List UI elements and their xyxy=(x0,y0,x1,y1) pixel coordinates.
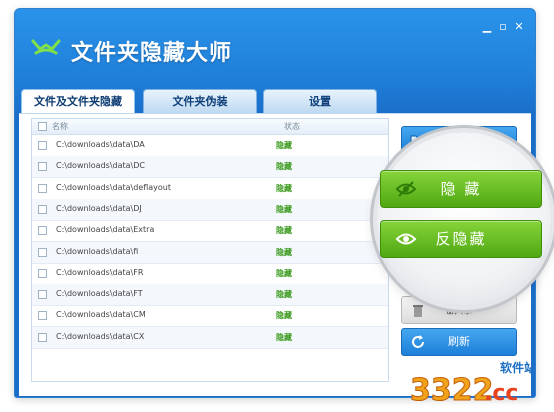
table-row[interactable]: C:\downloads\data\FT 隐藏 xyxy=(32,284,388,307)
refresh-icon xyxy=(412,335,424,348)
tab-file-hide[interactable]: 文件及文件夹隐藏 xyxy=(21,89,135,116)
row-status: 隐藏 xyxy=(276,290,292,300)
table-row[interactable]: C:\downloads\data\FR 隐藏 xyxy=(32,263,388,285)
row-path: C:\downloads\data\CM xyxy=(56,310,146,320)
column-name-header: 名称 xyxy=(52,122,68,131)
row-status: 隐藏 xyxy=(276,204,292,214)
row-checkbox[interactable] xyxy=(38,268,47,278)
row-status: 隐藏 xyxy=(276,141,292,150)
tab-settings[interactable]: 设置 xyxy=(263,89,377,114)
table-row[interactable]: C:\downloads\data\DC 隐藏 xyxy=(32,156,388,179)
tab-bar: 文件及文件夹隐藏 文件夹伪装 设置 xyxy=(21,89,531,116)
trash-icon xyxy=(413,305,423,317)
row-checkbox[interactable] xyxy=(38,183,47,193)
table-row[interactable]: C:\downloads\data\CM 隐藏 xyxy=(32,305,388,328)
row-status: 隐藏 xyxy=(276,162,292,172)
watermark-brand: 软件站 xyxy=(500,360,536,375)
table-row[interactable]: C:\downloads\data\DJ 隐藏 xyxy=(32,198,388,221)
table-row[interactable]: C:\downloads\data\Extra 隐藏 xyxy=(32,220,388,243)
maximize-icon[interactable]: ▫ xyxy=(497,21,509,33)
table-row[interactable]: C:\downloads\data\CX 隐藏 xyxy=(32,326,388,349)
unhide-button[interactable]: 反隐藏 xyxy=(380,220,542,258)
file-list: 名称 状态 C:\downloads\data\DA 隐藏 C:\downloads… xyxy=(31,118,389,382)
eye-icon xyxy=(395,233,417,245)
table-row[interactable]: C:\downloads\data\deflayout 隐藏 xyxy=(32,178,388,200)
row-path: C:\downloads\data\FT xyxy=(56,289,143,299)
tab-folder-disguise[interactable]: 文件夹伪装 xyxy=(143,89,257,114)
row-checkbox[interactable] xyxy=(38,162,47,172)
row-path: C:\downloads\data\CX xyxy=(56,331,145,341)
row-status: 隐藏 xyxy=(276,226,292,236)
close-icon[interactable]: ✕ xyxy=(513,21,525,33)
watermark-suffix: .cc xyxy=(484,381,518,406)
row-checkbox[interactable] xyxy=(38,311,47,321)
minimize-icon[interactable]: ▁ xyxy=(481,21,493,33)
row-status: 隐藏 xyxy=(276,268,292,278)
row-path: C:\downloads\data\DJ xyxy=(56,203,142,213)
row-checkbox[interactable] xyxy=(38,226,47,236)
unhide-button-label: 反隐藏 xyxy=(435,230,487,248)
row-path: C:\downloads\data\deflayout xyxy=(56,182,172,192)
row-path: C:\downloads\data\DA xyxy=(56,140,145,149)
logo-icon xyxy=(31,39,61,55)
row-status: 隐藏 xyxy=(276,247,292,257)
row-checkbox[interactable] xyxy=(38,141,47,150)
hide-button-label: 隐 藏 xyxy=(440,180,482,198)
row-checkbox[interactable] xyxy=(38,247,47,257)
row-path: C:\downloads\data\Extra xyxy=(56,225,155,235)
list-header: 名称 状态 xyxy=(32,119,388,135)
table-row[interactable]: C:\downloads\data\DA 隐藏 xyxy=(32,135,388,157)
watermark-number: 3322 xyxy=(410,373,494,406)
eye-slash-icon xyxy=(395,181,417,197)
row-checkbox[interactable] xyxy=(38,204,47,214)
column-status-header: 状态 xyxy=(284,122,300,131)
row-status: 隐藏 xyxy=(276,311,292,321)
row-path: C:\downloads\data\DC xyxy=(56,161,145,171)
table-row[interactable]: C:\downloads\data\fi 隐藏 xyxy=(32,241,388,264)
refresh-button-label: 刷新 xyxy=(448,335,470,348)
select-all-checkbox[interactable] xyxy=(38,122,47,131)
row-status: 隐藏 xyxy=(276,332,292,342)
site-watermark: 3322 .cc 软件站 xyxy=(410,360,537,406)
row-path: C:\downloads\data\FR xyxy=(56,267,144,277)
row-status: 隐藏 xyxy=(276,183,292,193)
row-checkbox[interactable] xyxy=(38,332,47,342)
app-title: 文件夹隐藏大师 xyxy=(71,41,233,66)
row-checkbox[interactable] xyxy=(38,290,47,300)
refresh-button[interactable]: 刷新 xyxy=(401,328,517,356)
magnifier-lens xyxy=(377,132,551,306)
row-path: C:\downloads\data\fi xyxy=(56,246,139,256)
hide-button[interactable]: 隐 藏 xyxy=(380,170,542,208)
